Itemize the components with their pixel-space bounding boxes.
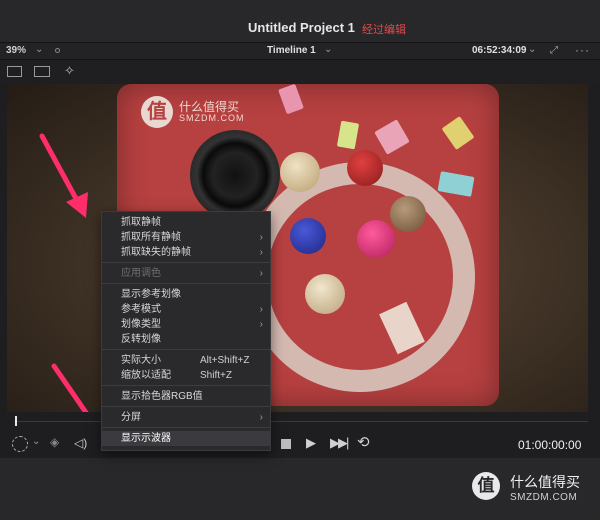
- watermark-text-en: SMZDM.COM: [510, 492, 578, 503]
- watermark-text-cn: 什么值得买: [510, 474, 580, 490]
- selection-mode-icon[interactable]: [12, 436, 28, 452]
- playhead[interactable]: [15, 416, 17, 426]
- chevron-right-icon: ›: [259, 319, 263, 330]
- menu-item-wipe-type[interactable]: 划像类型 ›: [102, 317, 270, 332]
- layers-icon[interactable]: ◈: [50, 435, 59, 449]
- chevron-right-icon: ›: [259, 247, 263, 258]
- annotation-arrow: [39, 133, 88, 218]
- stop-button[interactable]: [281, 439, 291, 449]
- edit-status: 经过编辑: [362, 24, 406, 36]
- menu-separator: [102, 349, 270, 350]
- menu-item-show-picker-rgb[interactable]: 显示拾色器RGB值: [102, 389, 270, 404]
- scrub-bar[interactable]: [0, 412, 600, 430]
- chevron-right-icon: ›: [259, 304, 263, 315]
- viewer-context-menu: 抓取静帧 抓取所有静帧 › 抓取缺失的静帧 › 应用调色 › 显示参考划像 参考模式 ›…: [101, 211, 271, 451]
- rattan-ball: [347, 150, 383, 186]
- menu-item-grab-still[interactable]: 抓取静帧: [102, 215, 270, 230]
- pad-circle-graphic: [245, 162, 475, 392]
- watermark-logo: 值: [472, 472, 500, 500]
- expand-icon[interactable]: ⤢: [550, 45, 558, 56]
- rattan-ball: [280, 152, 320, 192]
- gallery-icon[interactable]: [34, 66, 50, 77]
- menu-item-invert-wipe[interactable]: 反转划像: [102, 332, 270, 347]
- menu-separator: [102, 283, 270, 284]
- chevron-right-icon: ›: [259, 232, 263, 243]
- menu-item-grab-all-stills[interactable]: 抓取所有静帧 ›: [102, 230, 270, 245]
- transport-controls: ⌄ ◈ ◁) ▶ ▶▶| ⟲ 01:00:00:00: [0, 430, 600, 458]
- menu-item-show-reference-wipe[interactable]: 显示参考划像: [102, 287, 270, 302]
- shortcut-label: Alt+Shift+Z: [200, 355, 250, 366]
- more-icon[interactable]: ···: [575, 43, 590, 57]
- chevron-down-icon[interactable]: ⌄: [32, 436, 40, 447]
- menu-item-reference-mode[interactable]: 参考模式 ›: [102, 302, 270, 317]
- timeline-selector[interactable]: Timeline 1: [267, 45, 316, 56]
- camera-lens: [190, 130, 280, 220]
- bottom-panel: 值 什么值得买 SMZDM.COM: [0, 458, 600, 520]
- menu-separator: [102, 385, 270, 386]
- record-timecode: 01:00:00:00: [518, 438, 582, 452]
- next-clip-button[interactable]: ▶▶|: [330, 435, 349, 451]
- menu-separator: [102, 262, 270, 263]
- title-bar: Untitled Project 1 经过编辑: [0, 0, 600, 42]
- menu-item-actual-size[interactable]: 实际大小 Alt+Shift+Z: [102, 353, 270, 368]
- source-timecode: 06:52:34:09: [472, 45, 527, 56]
- chevron-right-icon: ›: [259, 412, 263, 423]
- chevron-right-icon: ›: [259, 268, 263, 279]
- project-title: Untitled Project 1: [248, 20, 355, 35]
- viewer-header: 39% ⌄ Timeline 1 ⌄ 06:52:34:09 ⌄ ⤢ ···: [0, 42, 600, 60]
- menu-separator: [102, 427, 270, 428]
- menu-item-show-scopes[interactable]: 显示示波器: [102, 431, 270, 446]
- zoom-level[interactable]: 39%: [6, 45, 26, 56]
- chevron-down-icon[interactable]: ⌄: [324, 44, 332, 55]
- viewer-option-icon[interactable]: [55, 48, 60, 53]
- rattan-ball: [305, 274, 345, 314]
- menu-separator: [102, 406, 270, 407]
- chevron-down-icon[interactable]: ⌄: [528, 44, 536, 55]
- chevron-down-icon[interactable]: ⌄: [35, 44, 43, 55]
- menu-item-split-screen[interactable]: 分屏 ›: [102, 410, 270, 425]
- shortcut-label: Shift+Z: [200, 370, 232, 381]
- pad-brand-en: SMZDM.COM: [179, 113, 245, 123]
- menu-item-zoom-to-fit[interactable]: 缩放以适配 Shift+Z: [102, 368, 270, 383]
- speaker-icon[interactable]: ◁): [74, 436, 87, 450]
- menu-item-grab-missing-stills[interactable]: 抓取缺失的静帧 ›: [102, 245, 270, 260]
- play-button[interactable]: ▶: [306, 435, 316, 451]
- loop-button[interactable]: ⟲: [357, 433, 370, 451]
- rattan-ball: [290, 218, 326, 254]
- pad-logo: 值: [141, 96, 173, 128]
- split-view-icon[interactable]: [7, 66, 22, 77]
- magic-wand-icon[interactable]: ✧: [64, 63, 75, 79]
- rattan-ball: [390, 196, 426, 232]
- viewer-toolbar: ✧: [0, 61, 600, 83]
- rattan-ball: [357, 220, 395, 258]
- menu-item-apply-grade: 应用调色 ›: [121, 268, 263, 279]
